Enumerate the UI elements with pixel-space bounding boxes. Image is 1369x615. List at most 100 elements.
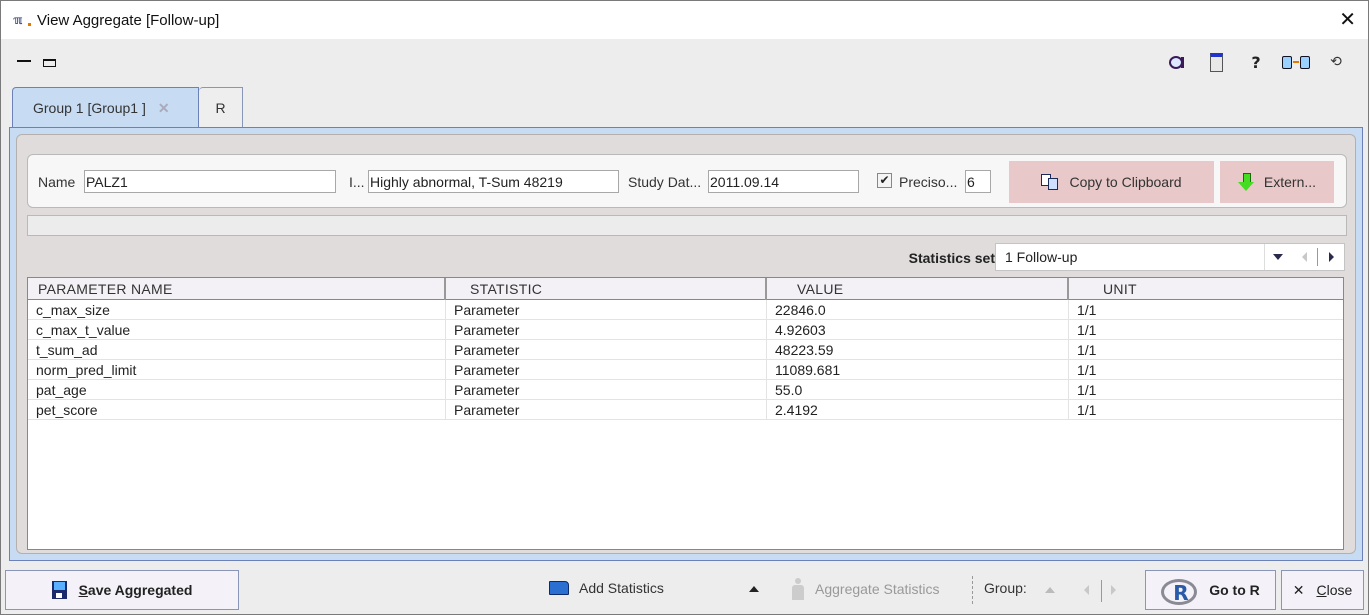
cell-parameter-name: c_max_size [28, 300, 446, 320]
precision-field[interactable] [965, 170, 991, 193]
precision-checkbox[interactable]: ✔ [877, 173, 892, 188]
arrow-down-icon [1237, 173, 1254, 191]
document-icon [1209, 52, 1223, 72]
cell-statistic: Parameter [446, 360, 767, 380]
statistics-set-label: Statistics set [908, 250, 995, 266]
table-row[interactable]: c_max_size Parameter 22846.0 1/1 [28, 300, 1343, 320]
add-statistics-label: Add Statistics [579, 580, 664, 596]
tab-bar: Group 1 [Group1 ] ✕ R [12, 87, 243, 128]
info-field[interactable] [368, 170, 619, 193]
cell-value: 4.92603 [767, 320, 1069, 340]
go-to-r-label: Go to R [1209, 582, 1260, 598]
table-header: PARAMETER NAME STATISTIC VALUE UNIT [28, 278, 1343, 300]
bottom-bar: Save Aggregated Add Statistics Aggregate… [1, 568, 1368, 614]
group-previous-button[interactable] [1084, 585, 1089, 595]
study-date-field[interactable] [708, 170, 859, 193]
cell-parameter-name: norm_pred_limit [28, 360, 446, 380]
divider [972, 576, 973, 604]
cell-parameter-name: c_max_t_value [28, 320, 446, 340]
table-row[interactable]: norm_pred_limit Parameter 11089.681 1/1 [28, 360, 1343, 380]
cell-statistic: Parameter [446, 300, 767, 320]
cell-parameter-name: pet_score [28, 400, 446, 420]
copy-to-clipboard-button[interactable]: Copy to Clipboard [1009, 161, 1214, 203]
column-header-unit[interactable]: UNIT [1069, 278, 1343, 300]
name-label: Name [38, 174, 76, 190]
column-header-statistic[interactable]: STATISTIC [446, 278, 767, 300]
cell-statistic: Parameter [446, 380, 767, 400]
add-statistics-button[interactable]: Add Statistics [549, 580, 664, 596]
cell-value: 22846.0 [767, 300, 1069, 320]
close-icon: ✕ [1292, 581, 1305, 598]
table-row[interactable]: c_max_t_value Parameter 4.92603 1/1 [28, 320, 1343, 340]
table-row[interactable]: pet_score Parameter 2.4192 1/1 [28, 400, 1343, 420]
document-button[interactable] [1196, 51, 1236, 73]
cell-value: 2.4192 [767, 400, 1069, 420]
reference-button[interactable] [1156, 51, 1196, 73]
arrow-up-icon [1045, 587, 1055, 593]
extern-label: Extern... [1263, 174, 1317, 190]
database-sync-icon [1282, 55, 1310, 69]
extern-button[interactable]: Extern... [1220, 161, 1334, 203]
column-header-value[interactable]: VALUE [767, 278, 1069, 300]
table-row[interactable]: t_sum_ad Parameter 48223.59 1/1 [28, 340, 1343, 360]
cell-unit: 1/1 [1077, 302, 1097, 318]
previous-set-button[interactable] [1291, 244, 1317, 270]
arrow-up-icon [749, 586, 759, 592]
cell-value: 55.0 [767, 380, 1069, 400]
next-set-button[interactable] [1318, 244, 1344, 270]
tab-group-1[interactable]: Group 1 [Group1 ] ✕ [12, 87, 199, 128]
group-up-button[interactable] [1045, 587, 1055, 593]
statistics-table: PARAMETER NAME STATISTIC VALUE UNIT c_ma… [27, 277, 1344, 550]
save-icon [51, 581, 67, 599]
group-label-text: Group: [984, 580, 1027, 596]
expand-up-button[interactable] [749, 586, 759, 592]
arrow-left-icon [1301, 252, 1307, 262]
panel-size-controls [17, 55, 56, 67]
view-aggregate-window: ℼ View Aggregate [Follow-up] ✕ ? ⟲ Group… [0, 0, 1369, 615]
aggregate-statistics-label: Aggregate Statistics [815, 581, 940, 597]
dropdown-button[interactable] [1265, 244, 1291, 270]
aggregate-icon [791, 578, 805, 600]
copy-to-clipboard-label: Copy to Clipboard [1069, 174, 1182, 190]
folder-open-icon [549, 581, 569, 595]
cell-parameter-name: pat_age [28, 380, 446, 400]
divider [1101, 580, 1102, 602]
toolbar: ? ⟲ [1156, 51, 1356, 73]
help-icon: ? [1251, 52, 1261, 72]
column-header-parameter-name[interactable]: PARAMETER NAME [28, 278, 446, 300]
refresh-button[interactable]: ⟲ [1316, 51, 1356, 73]
arrow-right-icon [1111, 585, 1116, 595]
group-next-button[interactable] [1111, 585, 1116, 595]
refresh-icon: ⟲ [1330, 54, 1342, 70]
app-logo-icon: ℼ [13, 13, 31, 27]
aggregate-statistics-button[interactable]: Aggregate Statistics [791, 578, 940, 600]
cell-value: 48223.59 [767, 340, 1069, 360]
tab-r[interactable]: R [199, 87, 243, 128]
cell-statistic: Parameter [446, 320, 767, 340]
reference-icon [1169, 55, 1184, 69]
info-bar: Name I... Study Dat... ✔ Preciso... Copy… [27, 154, 1347, 208]
tab-label: R [215, 100, 226, 116]
save-aggregated-button[interactable]: Save Aggregated [5, 570, 239, 610]
tab-close-icon[interactable]: ✕ [158, 100, 170, 117]
clipboard-icon [1041, 174, 1059, 190]
table-row[interactable]: pat_age Parameter 55.0 1/1 [28, 380, 1343, 400]
help-button[interactable]: ? [1236, 51, 1276, 73]
go-to-r-button[interactable]: R Go to R [1145, 570, 1276, 610]
name-field[interactable] [84, 170, 336, 193]
database-sync-button[interactable] [1276, 51, 1316, 73]
statistics-set-value: 1 Follow-up [1005, 249, 1078, 265]
precision-label: Preciso... [899, 174, 958, 190]
cell-unit: 1/1 [1077, 402, 1097, 418]
cell-value: 11089.681 [767, 360, 1069, 380]
save-aggregated-label: Save Aggregated [78, 582, 193, 598]
close-label: Close [1316, 582, 1353, 598]
statistics-set-select[interactable]: 1 Follow-up [995, 243, 1345, 271]
chevron-down-icon [1273, 254, 1283, 260]
aggregate-panel: Name I... Study Dat... ✔ Preciso... Copy… [16, 134, 1356, 554]
maximize-icon[interactable] [43, 59, 56, 67]
close-button[interactable]: ✕ Close [1281, 570, 1364, 610]
arrow-right-icon [1328, 252, 1334, 262]
minimize-icon[interactable] [17, 60, 31, 62]
window-close-button[interactable]: ✕ [1339, 9, 1356, 29]
